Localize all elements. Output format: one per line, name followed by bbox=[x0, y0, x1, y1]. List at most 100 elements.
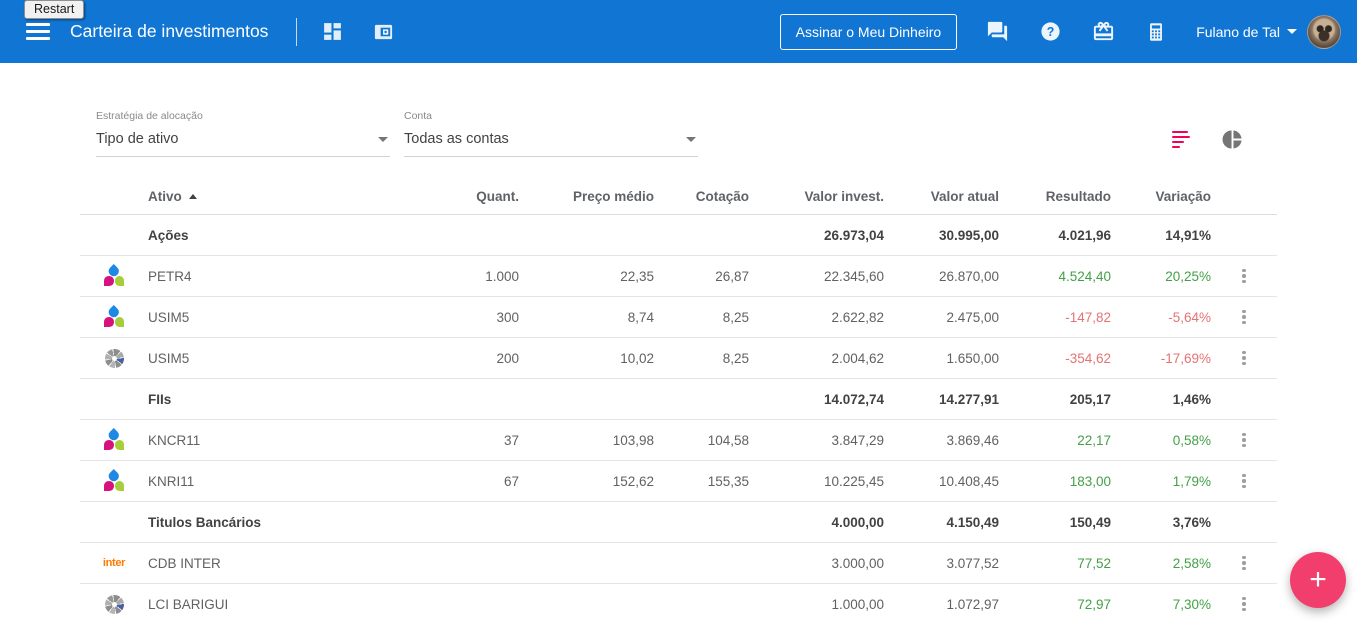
cell-quant: 67 bbox=[503, 473, 519, 489]
add-asset-fab-button[interactable]: + bbox=[1290, 552, 1346, 608]
cell-valor-atual: 4.150,49 bbox=[946, 514, 999, 530]
column-header-preco-medio[interactable]: Preço médio bbox=[519, 189, 654, 204]
cell-variacao: 0,58% bbox=[1172, 432, 1211, 448]
group-name: Ações bbox=[148, 227, 189, 243]
cell-valor-atual: 30.995,00 bbox=[938, 227, 999, 243]
rico-broker-logo-icon bbox=[103, 305, 125, 328]
page: Restart Carteira de investimentos Assina… bbox=[0, 0, 1357, 622]
cell-variacao: 2,58% bbox=[1172, 555, 1211, 571]
cell-valor-invest: 22.345,60 bbox=[823, 268, 884, 284]
page-title: Carteira de investimentos bbox=[70, 21, 269, 41]
user-name: Fulano de Tal bbox=[1196, 23, 1280, 40]
cell-valor-invest: 26.973,04 bbox=[823, 227, 884, 243]
cell-preco-medio: 8,74 bbox=[627, 309, 654, 325]
cell-variacao: 3,76% bbox=[1172, 514, 1211, 530]
column-header-cotacao[interactable]: Cotação bbox=[654, 189, 749, 204]
table-row[interactable]: USIM5 300 8,74 8,25 2.622,82 2.475,00 -147,82 -… bbox=[80, 297, 1277, 338]
avatar[interactable] bbox=[1307, 14, 1341, 49]
cell-quant: 200 bbox=[496, 350, 519, 366]
pie-chart-view-icon[interactable] bbox=[1221, 128, 1244, 151]
help-icon[interactable]: ? bbox=[1039, 20, 1062, 43]
row-menu-kebab-icon[interactable] bbox=[1236, 426, 1252, 453]
group-row: Titulos Bancários 4.000,00 4.150,49 150,49 3… bbox=[80, 502, 1277, 543]
cell-preco-medio: 10,02 bbox=[620, 350, 654, 366]
group-name: Titulos Bancários bbox=[148, 514, 262, 530]
rico-broker-logo-icon bbox=[103, 428, 125, 451]
strategy-select-value: Tipo de ativo bbox=[96, 131, 179, 147]
rico-broker-logo-icon bbox=[103, 469, 125, 492]
cell-quant: 1.000 bbox=[485, 268, 519, 284]
column-header-valor-atual[interactable]: Valor atual bbox=[884, 189, 999, 204]
column-header-resultado[interactable]: Resultado bbox=[999, 189, 1111, 204]
cell-valor-invest: 3.847,29 bbox=[831, 432, 884, 448]
cell-variacao: 1,46% bbox=[1172, 391, 1211, 407]
table-row[interactable]: KNCR11 37 103,98 104,58 3.847,29 3.869,46 22,1… bbox=[80, 420, 1277, 461]
asset-name: USIM5 bbox=[148, 350, 190, 366]
row-menu-kebab-icon[interactable] bbox=[1236, 590, 1252, 617]
subscribe-button[interactable]: Assinar o Meu Dinheiro bbox=[779, 13, 958, 50]
asset-name: KNRI11 bbox=[148, 473, 195, 489]
row-menu-kebab-icon[interactable] bbox=[1236, 467, 1252, 494]
cell-resultado: 4.021,96 bbox=[1058, 227, 1111, 243]
calculator-icon[interactable] bbox=[1145, 21, 1167, 43]
cell-variacao: -17,69% bbox=[1160, 350, 1211, 366]
svg-text:?: ? bbox=[1047, 25, 1055, 39]
table-row[interactable]: inter CDB INTER 3.000,00 3.077,52 77,52 2,58% bbox=[80, 543, 1277, 584]
cell-variacao: 7,30% bbox=[1172, 596, 1211, 612]
row-menu-kebab-icon[interactable] bbox=[1236, 262, 1252, 289]
asset-name: PETR4 bbox=[148, 268, 192, 284]
column-header-ativo[interactable]: Ativo bbox=[148, 189, 369, 204]
filters-bar: Estratégia de alocação Tipo de ativo Con… bbox=[80, 63, 1277, 157]
asset-name: LCI BARIGUI bbox=[148, 596, 229, 612]
cell-valor-invest: 1.000,00 bbox=[831, 596, 884, 612]
restart-button[interactable]: Restart bbox=[24, 0, 85, 19]
rico-broker-logo-icon bbox=[103, 264, 125, 287]
group-row: FIIs 14.072,74 14.277,91 205,17 1,46% bbox=[80, 379, 1277, 420]
cell-preco-medio: 103,98 bbox=[612, 432, 654, 448]
row-menu-kebab-icon[interactable] bbox=[1236, 344, 1252, 371]
cell-resultado: 183,00 bbox=[1069, 473, 1111, 489]
cell-valor-invest: 4.000,00 bbox=[831, 514, 884, 530]
account-select[interactable]: Conta Todas as contas bbox=[404, 110, 698, 157]
table-row[interactable]: KNRI11 67 152,62 155,35 10.225,45 10.408,45 18… bbox=[80, 461, 1277, 502]
table-body: Ações 26.973,04 30.995,00 4.021,96 14,91% PET… bbox=[80, 215, 1277, 622]
inter-broker-logo-icon: inter bbox=[102, 557, 126, 569]
cell-valor-atual: 10.408,45 bbox=[938, 473, 999, 489]
cell-valor-invest: 10.225,45 bbox=[823, 473, 884, 489]
user-menu[interactable]: Fulano de Tal bbox=[1196, 24, 1297, 40]
chevron-down-icon bbox=[686, 136, 696, 142]
table-row[interactable]: LCI BARIGUI 1.000,00 1.072,97 72,97 7,30% bbox=[80, 584, 1277, 622]
cell-resultado: -354,62 bbox=[1065, 350, 1111, 366]
column-header-quant[interactable]: Quant. bbox=[369, 189, 519, 204]
cell-valor-atual: 3.077,52 bbox=[946, 555, 999, 571]
strategy-select[interactable]: Estratégia de alocação Tipo de ativo bbox=[96, 110, 390, 157]
cell-resultado: 205,17 bbox=[1069, 391, 1111, 407]
chat-icon[interactable] bbox=[986, 20, 1009, 43]
shutter-broker-logo-icon bbox=[104, 594, 124, 614]
asset-name: CDB INTER bbox=[148, 555, 221, 571]
wallet-icon[interactable] bbox=[373, 21, 394, 42]
cell-valor-atual: 26.870,00 bbox=[938, 268, 999, 284]
column-header-valor-invest[interactable]: Valor invest. bbox=[749, 189, 884, 204]
view-toggle bbox=[1172, 128, 1244, 157]
shutter-broker-logo-icon bbox=[104, 348, 124, 368]
cell-valor-invest: 2.004,62 bbox=[831, 350, 884, 366]
cell-variacao: -5,64% bbox=[1168, 309, 1211, 325]
cell-resultado: 150,49 bbox=[1069, 514, 1111, 530]
table-row[interactable]: USIM5 200 10,02 8,25 2.004,62 1.650,00 -354,62… bbox=[80, 338, 1277, 379]
cell-valor-invest: 2.622,82 bbox=[831, 309, 884, 325]
title-divider bbox=[296, 17, 298, 46]
gift-icon[interactable] bbox=[1092, 20, 1115, 43]
column-header-variacao[interactable]: Variação bbox=[1111, 189, 1211, 204]
hamburger-menu-icon[interactable] bbox=[26, 19, 50, 44]
row-menu-kebab-icon[interactable] bbox=[1236, 549, 1252, 576]
portfolio-table: Ativo Quant. Preço médio Cotação Valor i… bbox=[80, 178, 1277, 622]
cell-resultado: -147,82 bbox=[1065, 309, 1111, 325]
cell-valor-invest: 14.072,74 bbox=[823, 391, 884, 407]
row-menu-kebab-icon[interactable] bbox=[1236, 303, 1252, 330]
asset-name: KNCR11 bbox=[148, 432, 201, 448]
list-view-icon[interactable] bbox=[1172, 128, 1190, 150]
account-select-label: Conta bbox=[404, 110, 433, 122]
dashboard-icon[interactable] bbox=[322, 21, 343, 42]
table-row[interactable]: PETR4 1.000 22,35 26,87 22.345,60 26.870,00 4.… bbox=[80, 256, 1277, 297]
